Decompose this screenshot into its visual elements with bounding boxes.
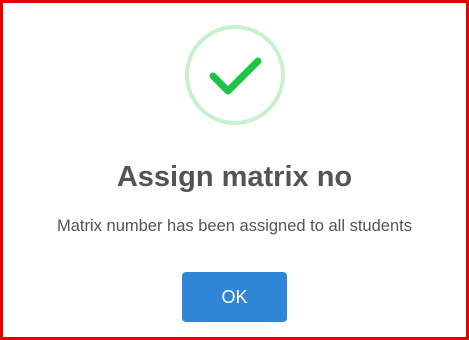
success-dialog: Assign matrix no Matrix number has been …: [0, 0, 469, 340]
success-icon-circle: [185, 25, 285, 125]
dialog-message: Matrix number has been assigned to all s…: [57, 217, 412, 235]
ok-button[interactable]: OK: [182, 272, 287, 322]
dialog-title: Assign matrix no: [116, 161, 353, 193]
check-icon: [209, 57, 262, 95]
